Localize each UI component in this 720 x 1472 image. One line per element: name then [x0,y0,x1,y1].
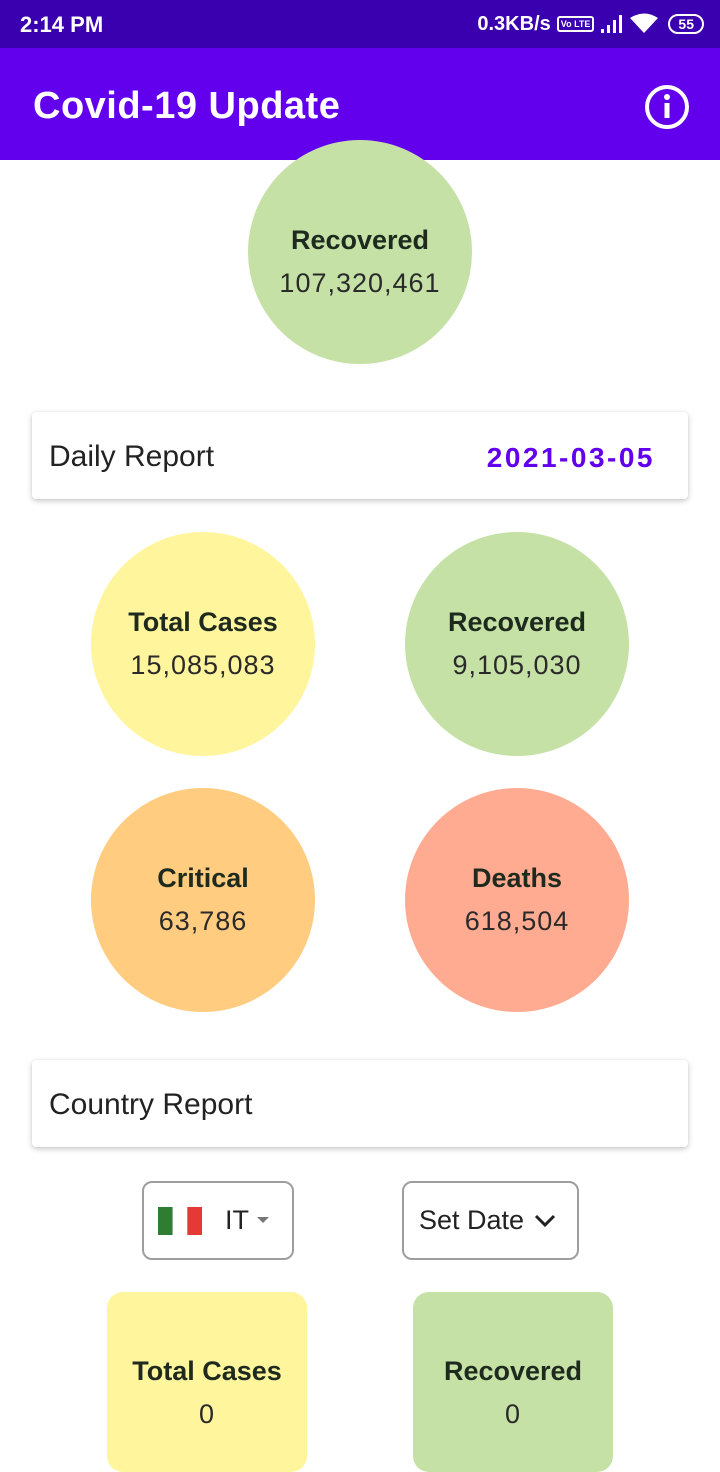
country-recovered-box: Recovered 0 [413,1292,613,1472]
status-time: 2:14 PM [20,12,104,37]
set-date-label: Set Date [419,1205,525,1235]
global-recovered-circle: Recovered 107,320,461 [248,140,472,364]
set-date-button[interactable]: Set Date [402,1181,579,1260]
italy-flag-icon [158,1206,202,1235]
country-recovered-value: 0 [504,1399,522,1429]
country-report-title: Country Report [49,1088,253,1121]
daily-critical-value: 63,786 [158,906,248,936]
daily-deaths-label: Deaths [471,863,563,893]
country-picker[interactable]: IT [142,1181,294,1260]
app-title: Covid-19 Update [33,85,341,127]
daily-total-cases-label: Total Cases [128,607,278,637]
daily-deaths-value: 618,504 [464,906,570,936]
daily-critical-circle: Critical 63,786 [91,788,315,1012]
daily-recovered-value: 9,105,030 [452,650,582,680]
daily-critical-label: Critical [157,863,249,893]
info-button[interactable] [644,84,690,130]
daily-recovered-label: Recovered [447,607,587,637]
status-bar: 2:14 PM 0.3KB/s Vo LTE 55 [0,0,720,48]
daily-recovered-circle: Recovered 9,105,030 [405,532,629,756]
country-recovered-label: Recovered [443,1356,583,1386]
country-code: IT [225,1205,249,1235]
daily-deaths-circle: Deaths 618,504 [405,788,629,1012]
country-total-cases-box: Total Cases 0 [107,1292,307,1472]
chevron-down-icon [535,1214,556,1227]
wifi-icon [630,13,659,33]
status-icons: 0.3KB/s Vo LTE 55 [477,10,704,38]
daily-report-title: Daily Report [49,440,215,473]
volte-icon: Vo LTE [556,16,595,32]
global-recovered-label: Recovered [290,225,430,255]
daily-total-cases-value: 15,085,083 [130,650,276,680]
battery-icon: 55 [668,14,704,34]
country-report-card: Country Report [32,1060,688,1147]
daily-total-cases-circle: Total Cases 15,085,083 [91,532,315,756]
caret-down-icon [257,1216,269,1223]
country-total-cases-label: Total Cases [132,1356,282,1386]
country-total-cases-value: 0 [198,1399,216,1429]
daily-report-card: Daily Report 2021-03-05 [32,412,688,499]
daily-report-date[interactable]: 2021-03-05 [487,442,655,474]
info-icon [645,85,689,129]
global-recovered-value: 107,320,461 [279,268,441,298]
network-speed: 0.3KB/s [477,12,551,35]
signal-icon [601,15,623,33]
